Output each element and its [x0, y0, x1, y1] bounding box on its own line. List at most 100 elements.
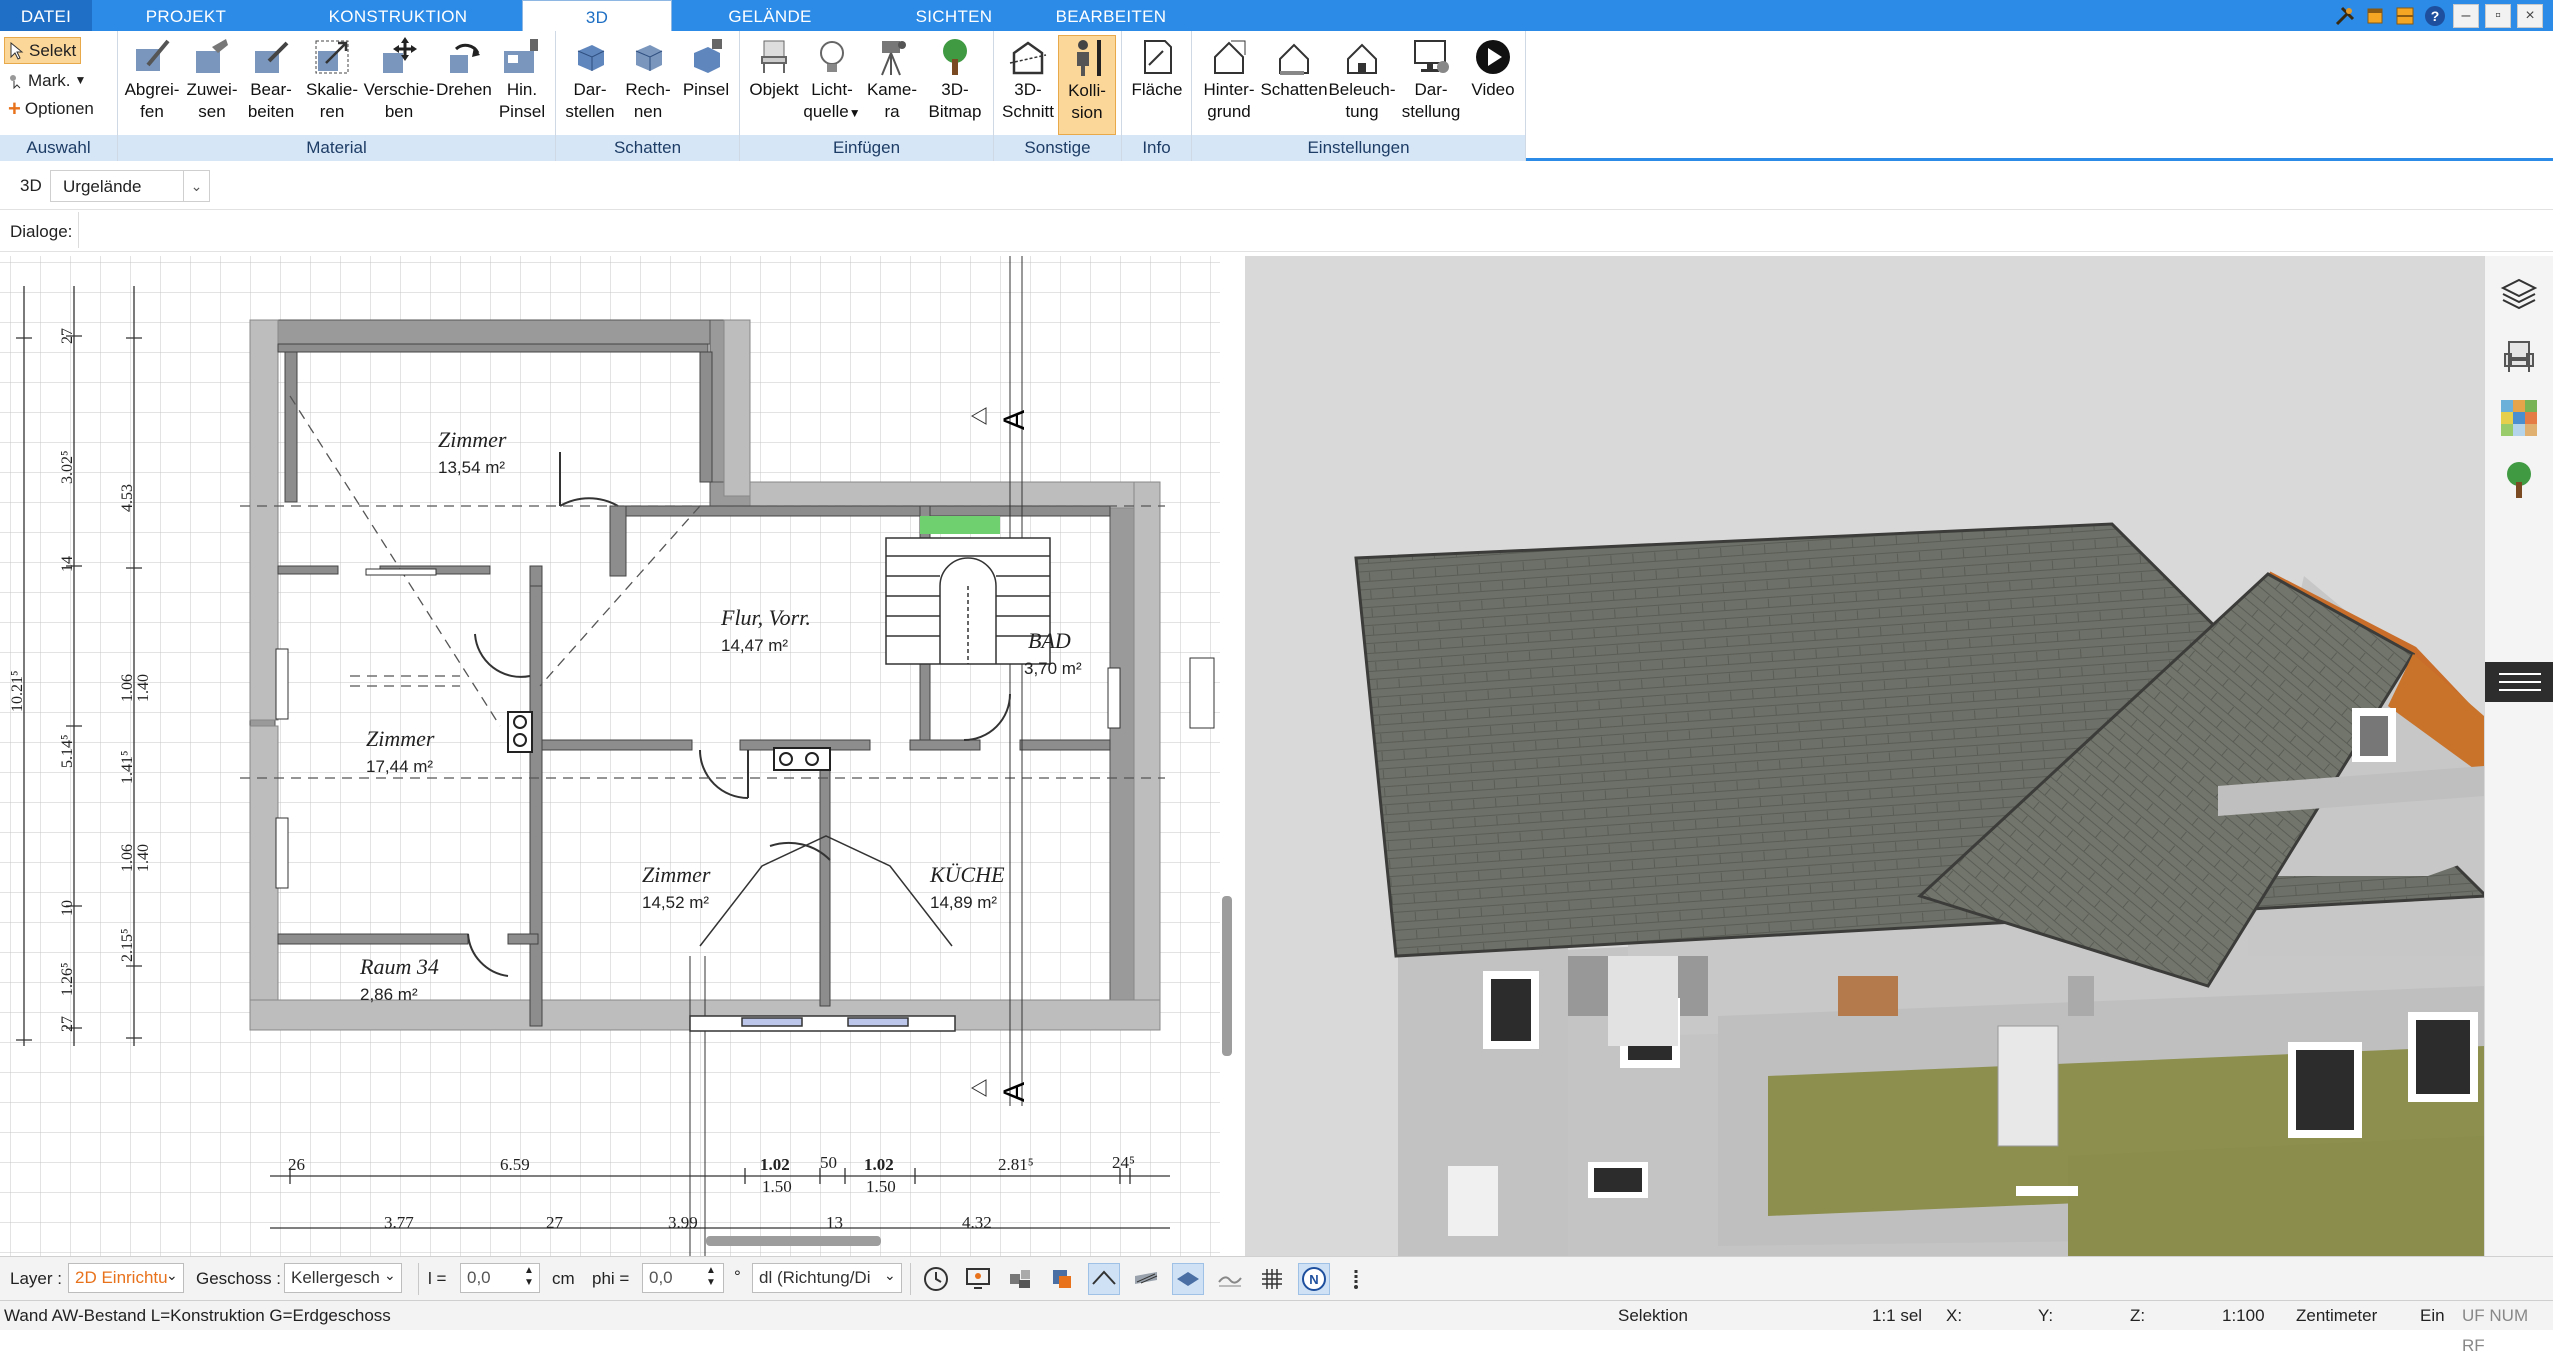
objekt-button[interactable]: Objekt — [744, 35, 804, 135]
help-icon[interactable]: ? — [2423, 4, 2447, 28]
tools-icon[interactable] — [2333, 4, 2357, 28]
status-z: Z: — [2130, 1306, 2146, 1325]
materials-palette-icon[interactable] — [2499, 398, 2539, 438]
room-name: Flur, Vorr. — [720, 605, 811, 630]
select-button[interactable]: Selekt — [4, 37, 82, 64]
room-area: 3,70 m² — [1024, 659, 1082, 678]
video-button[interactable]: Video — [1464, 35, 1522, 135]
stepper-arrows-icon[interactable]: ▲ ▼ — [706, 1265, 716, 1289]
tab-projekt[interactable]: PROJEKT — [120, 0, 252, 31]
north-icon[interactable]: N — [1298, 1263, 1330, 1295]
minimize-button[interactable]: – — [2453, 3, 2479, 28]
chevron-down-icon: ▼ — [848, 106, 861, 120]
room-name: BAD — [1028, 628, 1071, 653]
room-name: Zimmer — [642, 862, 711, 887]
hatch-icon[interactable] — [1130, 1263, 1162, 1295]
dialogs-label: Dialoge: — [10, 222, 73, 241]
tab-3d[interactable]: 3D — [522, 0, 672, 32]
3d-view[interactable] — [1248, 256, 2484, 1256]
skalieren-button[interactable]: Skalie-ren — [300, 35, 364, 135]
zuweisen-button[interactable]: Zuwei-sen — [182, 35, 242, 135]
mark-button[interactable]: Mark. ▼ — [4, 67, 90, 94]
section-mark-top: A — [998, 410, 1031, 430]
bearbeiten-button[interactable]: Bear-beiten — [240, 35, 302, 135]
phi-label: phi = — [592, 1269, 630, 1288]
chevron-down-icon: ⌄ — [884, 1267, 896, 1283]
furniture-icon[interactable] — [1046, 1263, 1078, 1295]
drehen-button[interactable]: Drehen — [430, 35, 498, 135]
lichtquelle-button[interactable]: Licht-quelle▼ — [802, 35, 862, 135]
kamera-button[interactable]: Kame-ra — [862, 35, 922, 135]
restore-window-icon[interactable] — [2363, 4, 2387, 28]
direction-select[interactable]: dl (Richtung/Di — [752, 1263, 902, 1293]
plus-icon: + — [8, 96, 21, 121]
section-mark-bottom: A — [998, 1082, 1031, 1102]
dim-label: 2.81⁵ — [998, 1155, 1034, 1174]
schatten-rechnen-button[interactable]: Rech-nen — [618, 35, 678, 135]
terrain-icon[interactable] — [1214, 1263, 1246, 1295]
room-name: Zimmer — [438, 427, 507, 452]
tab-gelaende[interactable]: GELÄNDE — [710, 0, 830, 31]
right-sidebar — [2484, 256, 2553, 1256]
tab-konstruktion[interactable]: KONSTRUKTION — [312, 0, 484, 31]
floor-plan-view[interactable]: A A Zimmer 13,54 m² Flur, Vorr. 14,47 m²… — [0, 256, 1245, 1256]
dim-label: 26 — [288, 1155, 305, 1174]
dim-label: 24⁵ — [1112, 1153, 1135, 1172]
group-label-auswahl: Auswahl — [0, 135, 117, 161]
vertical-scrollbar[interactable] — [1222, 896, 1232, 1056]
schatten-darstellen-button[interactable]: Dar-stellen — [560, 35, 620, 135]
tab-sichten[interactable]: SICHTEN — [892, 0, 1016, 31]
dim-label: 3.77 — [384, 1213, 414, 1232]
terrain-select[interactable]: Urgelände ⌄ — [50, 170, 210, 202]
status-flags: UF NUM RF — [2462, 1306, 2529, 1355]
3d-schnitt-button[interactable]: 3D- Schnitt — [998, 35, 1058, 135]
3d-bitmap-button[interactable]: 3D- Bitmap — [922, 35, 988, 135]
ribbon-tab-bar: DATEI PROJEKT KONSTRUKTION 3D GELÄNDE SI… — [0, 0, 2553, 32]
status-bar: Wand AW-Bestand L=Konstruktion G=Erdgesc… — [0, 1300, 2553, 1355]
objects-icon[interactable] — [1004, 1263, 1036, 1295]
grid-icon[interactable] — [1256, 1263, 1288, 1295]
3d-render[interactable] — [1248, 256, 2484, 1256]
status-y: Y: — [2038, 1306, 2054, 1325]
kollision-button[interactable]: Kolli-sion — [1058, 35, 1116, 135]
room-name: Raum 34 — [359, 954, 439, 979]
armchair-icon[interactable] — [2499, 336, 2539, 376]
floor-plan-canvas[interactable]: A A Zimmer 13,54 m² Flur, Vorr. 14,47 m²… — [0, 256, 1245, 1256]
group-label-einfuegen: Einfügen — [740, 135, 993, 161]
group-material: Abgrei-fen Zuwei-sen Bear-beiten Skalie-… — [118, 31, 556, 161]
roof-display-icon[interactable] — [1088, 1263, 1120, 1295]
darstellung-button[interactable]: Dar-stellung — [1396, 35, 1466, 135]
dim-label: 10.21⁵ — [9, 670, 26, 712]
tile-window-icon[interactable] — [2393, 4, 2417, 28]
flaeche-button[interactable]: Fläche — [1126, 35, 1188, 135]
mark-icon — [10, 74, 21, 89]
schatten-pinsel-button[interactable]: Pinsel — [676, 35, 736, 135]
hin-pinsel-button[interactable]: Hin. Pinsel — [492, 35, 552, 135]
horizontal-scrollbar[interactable] — [706, 1236, 881, 1246]
background-icon — [1214, 40, 1246, 74]
tab-datei[interactable]: DATEI — [0, 0, 92, 31]
layer-plane-icon[interactable] — [1172, 1263, 1204, 1295]
layers-icon[interactable] — [2499, 274, 2539, 314]
tree-icon[interactable] — [2499, 460, 2539, 500]
dim-label: 3.02⁵ — [59, 450, 76, 484]
optionen-button[interactable]: + Optionen — [4, 95, 98, 122]
beleuchtung-button[interactable]: Beleuch-tung — [1328, 35, 1396, 135]
abgreifen-button[interactable]: Abgrei-fen — [122, 35, 182, 135]
verschieben-button[interactable]: Verschie-ben — [362, 35, 436, 135]
hamburger-icon — [2499, 673, 2541, 691]
hintergrund-button[interactable]: Hinter-grund — [1196, 35, 1262, 135]
monitor-icon[interactable] — [962, 1263, 994, 1295]
close-button[interactable]: × — [2517, 3, 2543, 28]
dim-label: 2.15⁵ — [119, 928, 136, 962]
clock-icon[interactable] — [920, 1263, 952, 1295]
stepper-arrows-icon[interactable]: ▲ ▼ — [524, 1265, 534, 1289]
maximize-button[interactable]: ▫ — [2485, 3, 2511, 28]
length-value: 0,0 — [467, 1268, 491, 1287]
more-options-icon[interactable] — [1340, 1263, 1372, 1295]
panel-toggle-button[interactable] — [2485, 662, 2553, 702]
tab-bearbeiten[interactable]: BEARBEITEN — [1046, 0, 1176, 31]
schatten-einstellung-button[interactable]: Schatten — [1258, 35, 1330, 135]
area-icon — [1144, 40, 1172, 74]
status-x: X: — [1946, 1306, 1963, 1325]
